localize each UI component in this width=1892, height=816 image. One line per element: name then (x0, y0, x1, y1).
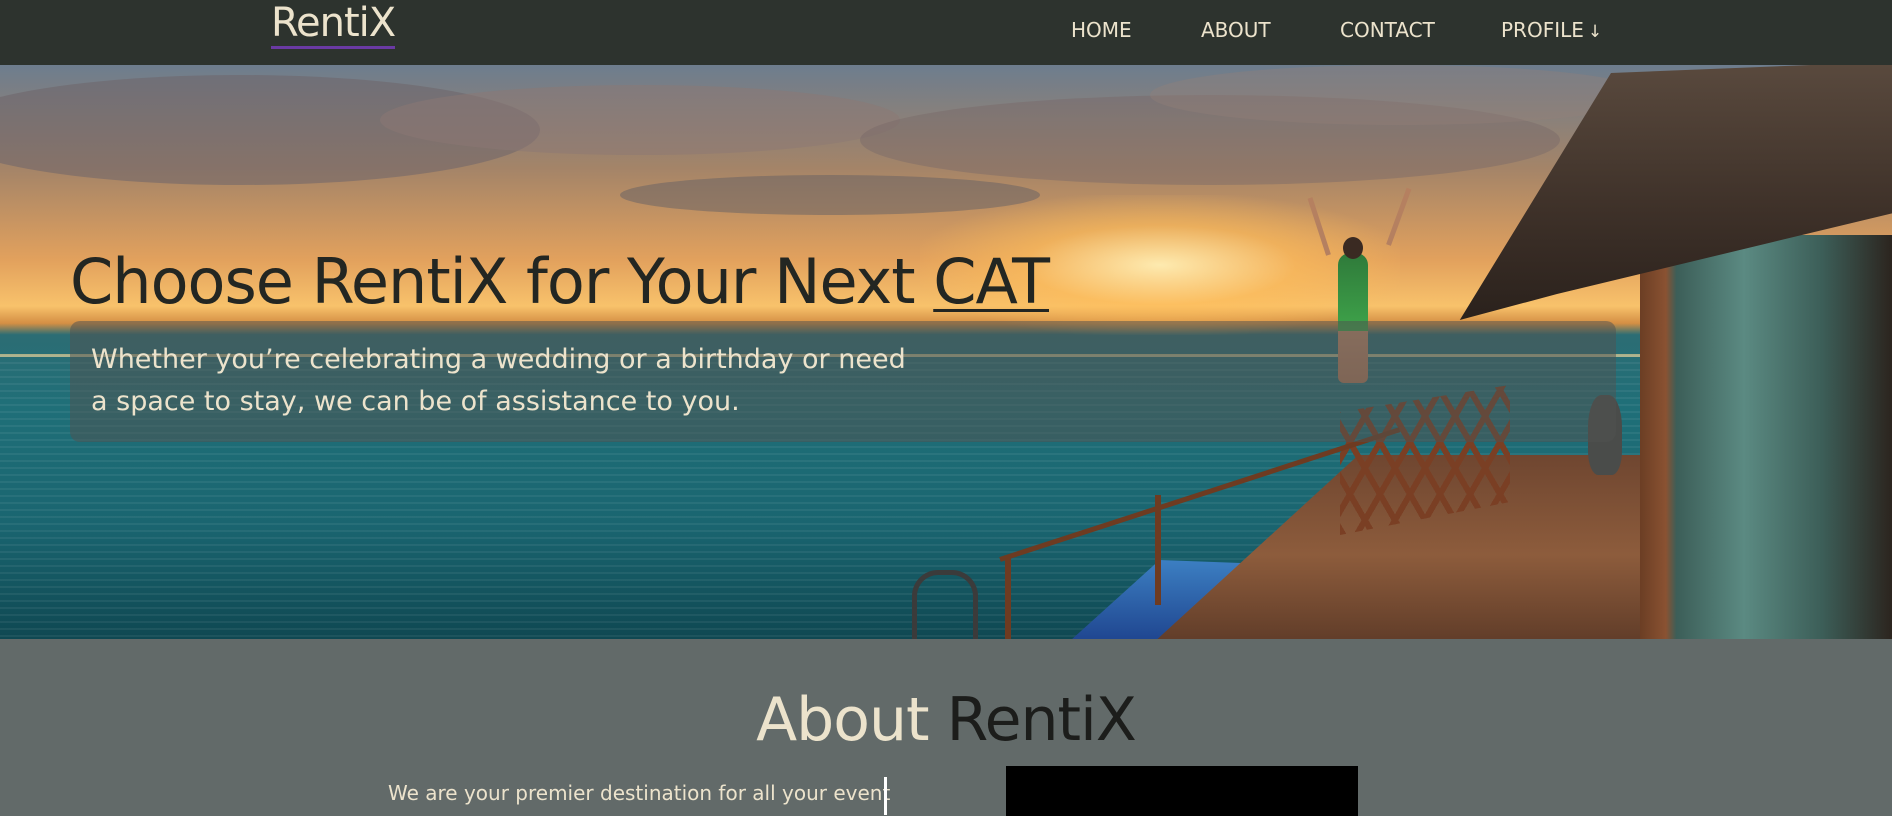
about-title: About RentiX (0, 685, 1892, 755)
about-media-placeholder (1006, 766, 1358, 816)
navbar: RentiX HOME ABOUT CONTACT PROFILE ↓ (0, 0, 1892, 65)
pool-ladder (912, 570, 978, 639)
nav-profile-dropdown[interactable]: PROFILE ↓ (1501, 18, 1602, 42)
about-text: We are your premier destination for all … (388, 781, 891, 805)
rail-post (1005, 557, 1011, 639)
hero-title-highlight: CAT (933, 245, 1050, 318)
text-cursor (884, 777, 887, 815)
about-title-accent: About (756, 685, 929, 755)
arrow-down-icon: ↓ (1587, 22, 1603, 42)
cloud (380, 85, 900, 155)
rail-post (1155, 495, 1161, 605)
about-title-rest: RentiX (928, 685, 1137, 755)
nav-home-link[interactable]: HOME (1071, 18, 1132, 42)
hero-banner: Choose RentiX for Your Next CAT Whether … (0, 65, 1892, 639)
cloud (620, 175, 1040, 215)
hero-title: Choose RentiX for Your Next CAT (70, 245, 1050, 318)
nav-about-link[interactable]: ABOUT (1201, 18, 1271, 42)
nav-profile-label: PROFILE (1501, 18, 1584, 42)
hero-subtitle-box: Whether you’re celebrating a wedding or … (70, 321, 1616, 442)
cloud (1150, 65, 1650, 125)
nav-contact-link[interactable]: CONTACT (1340, 18, 1435, 42)
logo[interactable]: RentiX (271, 0, 396, 49)
hero-subtitle: Whether you’re celebrating a wedding or … (91, 344, 906, 417)
woman-head (1343, 237, 1363, 259)
hero-title-text: Choose RentiX for Your Next (70, 245, 934, 318)
hut-wall (1640, 235, 1892, 639)
